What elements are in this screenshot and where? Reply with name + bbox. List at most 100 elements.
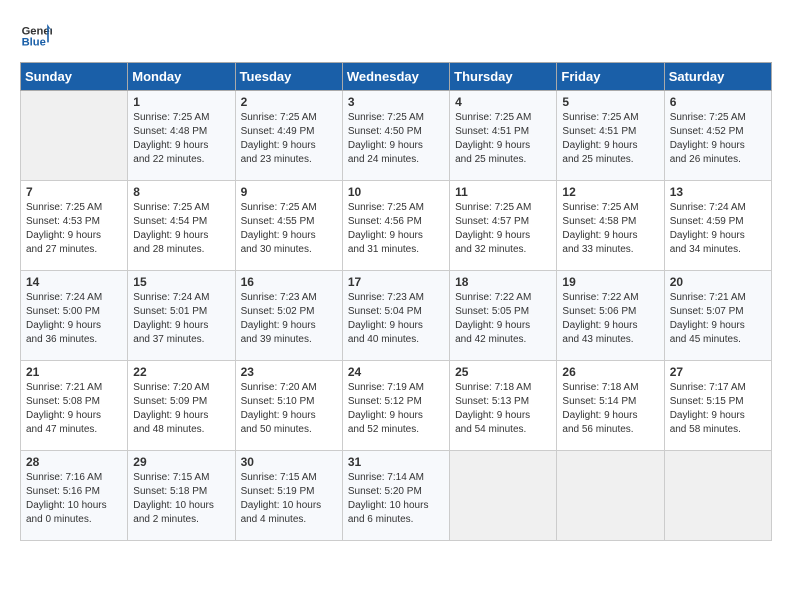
- week-row-0: 1 Sunrise: 7:25 AM Sunset: 4:48 PM Daylig…: [21, 91, 772, 181]
- day-number: 17: [348, 275, 444, 289]
- day-number: 1: [133, 95, 229, 109]
- calendar-cell: 30 Sunrise: 7:15 AM Sunset: 5:19 PM Dayli…: [235, 451, 342, 541]
- day-number: 27: [670, 365, 766, 379]
- day-number: 28: [26, 455, 122, 469]
- cell-content: Sunrise: 7:25 AM Sunset: 4:51 PM Dayligh…: [562, 111, 658, 167]
- cell-content: Sunrise: 7:25 AM Sunset: 4:54 PM Dayligh…: [133, 201, 229, 257]
- calendar-cell: 11Sunrise: 7:25 AM Sunset: 4:57 PM Dayli…: [450, 181, 557, 271]
- calendar-cell: 26 Sunrise: 7:18 AM Sunset: 5:14 PM Dayli…: [557, 361, 664, 451]
- day-number: 10: [348, 185, 444, 199]
- cell-content: Sunrise: 7:18 AM Sunset: 5:14 PM Dayligh…: [562, 381, 658, 437]
- day-number: 16: [241, 275, 337, 289]
- day-number: 23: [241, 365, 337, 379]
- header-saturday: Saturday: [664, 63, 771, 91]
- header-tuesday: Tuesday: [235, 63, 342, 91]
- cell-content: Sunrise: 7:25 AM Sunset: 4:50 PM Dayligh…: [348, 111, 444, 167]
- cell-content: Sunrise: 7:14 AM Sunset: 5:20 PM Dayligh…: [348, 471, 444, 527]
- day-number: 20: [670, 275, 766, 289]
- logo: General Blue: [20, 20, 56, 52]
- svg-text:Blue: Blue: [22, 37, 46, 49]
- calendar-header-row: SundayMondayTuesdayWednesdayThursdayFrid…: [21, 63, 772, 91]
- day-number: 4: [455, 95, 551, 109]
- calendar-cell: 31 Sunrise: 7:14 AM Sunset: 5:20 PM Dayli…: [342, 451, 449, 541]
- day-number: 5: [562, 95, 658, 109]
- day-number: 7: [26, 185, 122, 199]
- day-number: 15: [133, 275, 229, 289]
- day-number: 24: [348, 365, 444, 379]
- cell-content: Sunrise: 7:25 AM Sunset: 4:52 PM Dayligh…: [670, 111, 766, 167]
- calendar-cell: 9Sunrise: 7:25 AM Sunset: 4:55 PM Daylig…: [235, 181, 342, 271]
- calendar-cell: 2 Sunrise: 7:25 AM Sunset: 4:49 PM Daylig…: [235, 91, 342, 181]
- cell-content: Sunrise: 7:16 AM Sunset: 5:16 PM Dayligh…: [26, 471, 122, 527]
- calendar-cell: 23 Sunrise: 7:20 AM Sunset: 5:10 PM Dayli…: [235, 361, 342, 451]
- calendar-cell: 10 Sunrise: 7:25 AM Sunset: 4:56 PM Dayli…: [342, 181, 449, 271]
- header-friday: Friday: [557, 63, 664, 91]
- week-row-4: 28 Sunrise: 7:16 AM Sunset: 5:16 PM Dayli…: [21, 451, 772, 541]
- cell-content: Sunrise: 7:25 AM Sunset: 4:57 PM Dayligh…: [455, 201, 551, 257]
- cell-content: Sunrise: 7:20 AM Sunset: 5:09 PM Dayligh…: [133, 381, 229, 437]
- cell-content: Sunrise: 7:24 AM Sunset: 5:00 PM Dayligh…: [26, 291, 122, 347]
- calendar-cell: 19 Sunrise: 7:22 AM Sunset: 5:06 PM Dayli…: [557, 271, 664, 361]
- calendar-table: SundayMondayTuesdayWednesdayThursdayFrid…: [20, 62, 772, 541]
- day-number: 31: [348, 455, 444, 469]
- cell-content: Sunrise: 7:25 AM Sunset: 4:55 PM Dayligh…: [241, 201, 337, 257]
- page-header: General Blue: [20, 20, 772, 52]
- calendar-cell: 18Sunrise: 7:22 AM Sunset: 5:05 PM Dayli…: [450, 271, 557, 361]
- header-wednesday: Wednesday: [342, 63, 449, 91]
- week-row-3: 21 Sunrise: 7:21 AM Sunset: 5:08 PM Dayli…: [21, 361, 772, 451]
- cell-content: Sunrise: 7:25 AM Sunset: 4:56 PM Dayligh…: [348, 201, 444, 257]
- cell-content: Sunrise: 7:24 AM Sunset: 4:59 PM Dayligh…: [670, 201, 766, 257]
- cell-content: Sunrise: 7:15 AM Sunset: 5:18 PM Dayligh…: [133, 471, 229, 527]
- header-sunday: Sunday: [21, 63, 128, 91]
- calendar-cell: 29 Sunrise: 7:15 AM Sunset: 5:18 PM Dayli…: [128, 451, 235, 541]
- cell-content: Sunrise: 7:20 AM Sunset: 5:10 PM Dayligh…: [241, 381, 337, 437]
- calendar-cell: 21 Sunrise: 7:21 AM Sunset: 5:08 PM Dayli…: [21, 361, 128, 451]
- calendar-cell: 3 Sunrise: 7:25 AM Sunset: 4:50 PM Daylig…: [342, 91, 449, 181]
- calendar-cell: 28 Sunrise: 7:16 AM Sunset: 5:16 PM Dayli…: [21, 451, 128, 541]
- cell-content: Sunrise: 7:24 AM Sunset: 5:01 PM Dayligh…: [133, 291, 229, 347]
- calendar-cell: 15 Sunrise: 7:24 AM Sunset: 5:01 PM Dayli…: [128, 271, 235, 361]
- calendar-cell: 27 Sunrise: 7:17 AM Sunset: 5:15 PM Dayli…: [664, 361, 771, 451]
- day-number: 19: [562, 275, 658, 289]
- cell-content: Sunrise: 7:21 AM Sunset: 5:08 PM Dayligh…: [26, 381, 122, 437]
- calendar-cell: 4 Sunrise: 7:25 AM Sunset: 4:51 PM Daylig…: [450, 91, 557, 181]
- calendar-cell: 20Sunrise: 7:21 AM Sunset: 5:07 PM Dayli…: [664, 271, 771, 361]
- calendar-cell: 22 Sunrise: 7:20 AM Sunset: 5:09 PM Dayli…: [128, 361, 235, 451]
- day-number: 13: [670, 185, 766, 199]
- week-row-2: 14 Sunrise: 7:24 AM Sunset: 5:00 PM Dayli…: [21, 271, 772, 361]
- calendar-cell: 16 Sunrise: 7:23 AM Sunset: 5:02 PM Dayli…: [235, 271, 342, 361]
- cell-content: Sunrise: 7:23 AM Sunset: 5:02 PM Dayligh…: [241, 291, 337, 347]
- calendar-cell: 1 Sunrise: 7:25 AM Sunset: 4:48 PM Daylig…: [128, 91, 235, 181]
- day-number: 30: [241, 455, 337, 469]
- day-number: 26: [562, 365, 658, 379]
- calendar-cell: 5 Sunrise: 7:25 AM Sunset: 4:51 PM Daylig…: [557, 91, 664, 181]
- week-row-1: 7 Sunrise: 7:25 AM Sunset: 4:53 PM Daylig…: [21, 181, 772, 271]
- cell-content: Sunrise: 7:25 AM Sunset: 4:49 PM Dayligh…: [241, 111, 337, 167]
- calendar-cell: 7 Sunrise: 7:25 AM Sunset: 4:53 PM Daylig…: [21, 181, 128, 271]
- cell-content: Sunrise: 7:25 AM Sunset: 4:48 PM Dayligh…: [133, 111, 229, 167]
- day-number: 2: [241, 95, 337, 109]
- cell-content: Sunrise: 7:18 AM Sunset: 5:13 PM Dayligh…: [455, 381, 551, 437]
- cell-content: Sunrise: 7:22 AM Sunset: 5:05 PM Dayligh…: [455, 291, 551, 347]
- calendar-cell: [557, 451, 664, 541]
- day-number: 14: [26, 275, 122, 289]
- cell-content: Sunrise: 7:25 AM Sunset: 4:51 PM Dayligh…: [455, 111, 551, 167]
- day-number: 22: [133, 365, 229, 379]
- day-number: 21: [26, 365, 122, 379]
- calendar-cell: [21, 91, 128, 181]
- calendar-cell: [664, 451, 771, 541]
- calendar-cell: [450, 451, 557, 541]
- day-number: 12: [562, 185, 658, 199]
- calendar-cell: 24Sunrise: 7:19 AM Sunset: 5:12 PM Dayli…: [342, 361, 449, 451]
- cell-content: Sunrise: 7:17 AM Sunset: 5:15 PM Dayligh…: [670, 381, 766, 437]
- day-number: 8: [133, 185, 229, 199]
- day-number: 3: [348, 95, 444, 109]
- day-number: 29: [133, 455, 229, 469]
- calendar-cell: 13 Sunrise: 7:24 AM Sunset: 4:59 PM Dayli…: [664, 181, 771, 271]
- cell-content: Sunrise: 7:22 AM Sunset: 5:06 PM Dayligh…: [562, 291, 658, 347]
- calendar-cell: 12Sunrise: 7:25 AM Sunset: 4:58 PM Dayli…: [557, 181, 664, 271]
- cell-content: Sunrise: 7:15 AM Sunset: 5:19 PM Dayligh…: [241, 471, 337, 527]
- cell-content: Sunrise: 7:25 AM Sunset: 4:53 PM Dayligh…: [26, 201, 122, 257]
- day-number: 25: [455, 365, 551, 379]
- cell-content: Sunrise: 7:23 AM Sunset: 5:04 PM Dayligh…: [348, 291, 444, 347]
